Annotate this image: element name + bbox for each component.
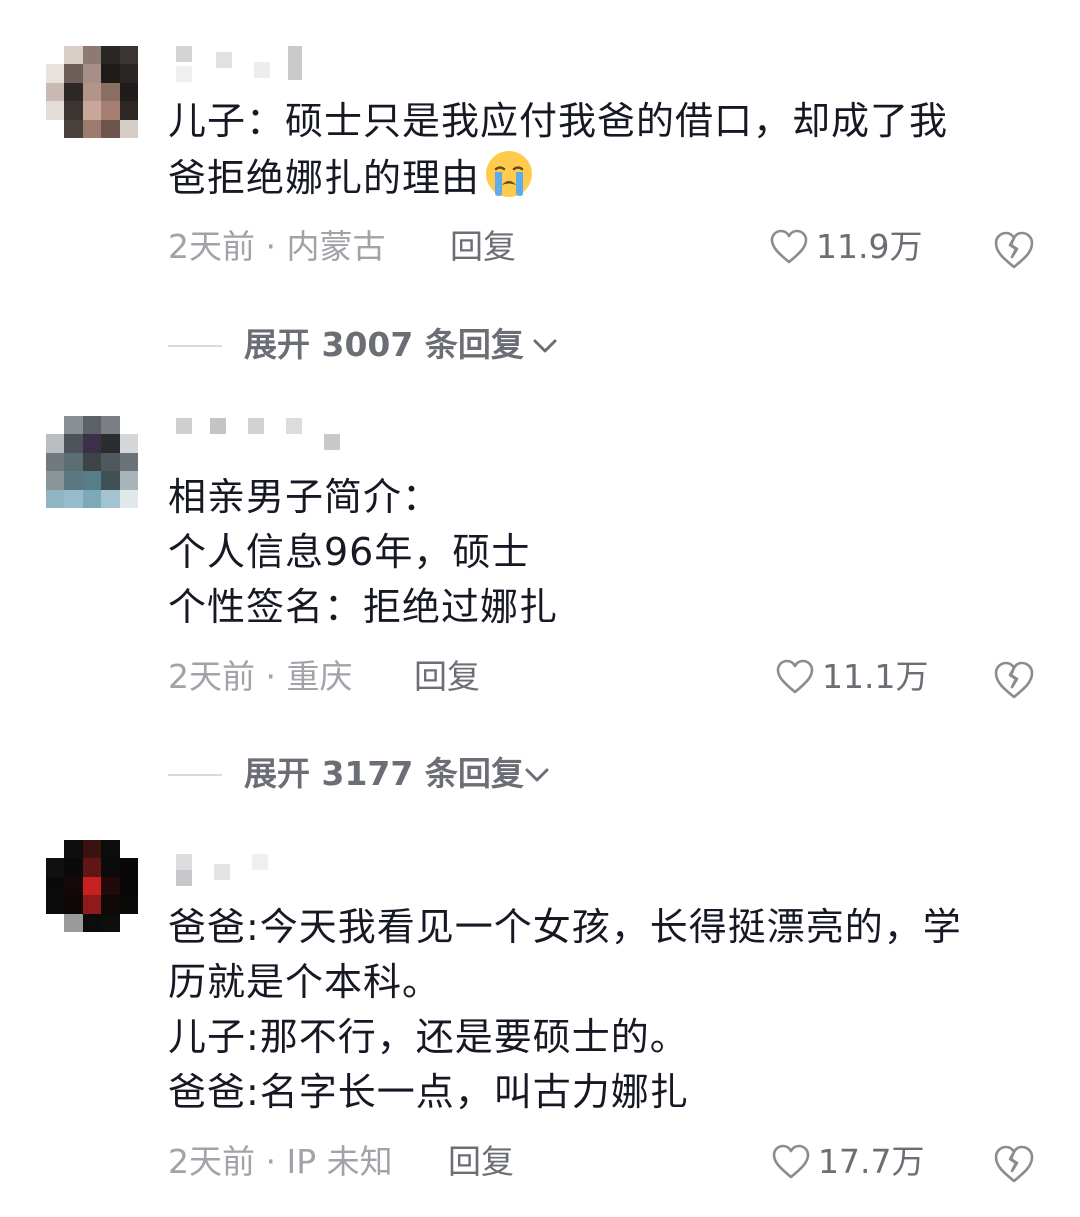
comment-text: 相亲男子简介： 个人信息96年，硕士 个性签名：拒绝过娜扎 [168, 470, 1048, 635]
heart-icon [772, 1144, 810, 1179]
divider-dash [168, 345, 222, 347]
chevron-down-icon [525, 768, 549, 782]
comment-line: 历就是个本科。 [168, 960, 442, 1004]
comment-line: 儿子:那不行，还是要硕士的。 [168, 1015, 689, 1059]
like-count: 17.7万 [818, 1142, 925, 1181]
reply-button[interactable]: 回复 [414, 652, 480, 702]
comment-line: 爸拒绝娜扎的理由 [168, 149, 1048, 206]
broken-heart-icon[interactable] [992, 658, 1036, 702]
avatar[interactable] [46, 416, 138, 508]
divider-dash [168, 774, 222, 776]
comment-line: 个人信息96年，硕士 [168, 530, 531, 574]
expand-replies-button[interactable]: 展开 3007 条回复 [168, 320, 588, 370]
comment-text: 爸爸:今天我看见一个女孩，长得挺漂亮的，学 历就是个本科。 儿子:那不行，还是要… [168, 900, 1048, 1120]
avatar[interactable] [46, 46, 138, 138]
reply-button[interactable]: 回复 [448, 1137, 514, 1187]
expand-replies-label: 展开 3007 条回复 [244, 325, 524, 364]
comment-line: 个性签名：拒绝过娜扎 [168, 585, 559, 629]
broken-heart-icon[interactable] [992, 228, 1036, 272]
heart-icon [776, 659, 814, 694]
time-location: 2天前 · IP 未知 [168, 1142, 393, 1181]
comment-line: 爸爸:今天我看见一个女孩，长得挺漂亮的，学 [168, 905, 962, 949]
time-location: 2天前 · 内蒙古 [168, 227, 386, 266]
chevron-down-icon [533, 339, 557, 353]
avatar[interactable] [46, 840, 138, 932]
expand-replies-label: 展开 3177 条回复 [244, 754, 524, 793]
comment-line: 相亲男子简介： [168, 475, 442, 519]
like-count: 11.1万 [822, 657, 929, 696]
time-location: 2天前 · 重庆 [168, 657, 353, 696]
comment-text: 儿子：硕士只是我应付我爸的借口，却成了我 爸拒绝娜扎的理由 [168, 94, 1048, 206]
comment-line: 儿子：硕士只是我应付我爸的借口，却成了我 [168, 99, 949, 143]
crying-face-icon [486, 151, 533, 197]
heart-icon [770, 229, 808, 264]
broken-heart-icon[interactable] [992, 1142, 1036, 1186]
username[interactable] [168, 44, 368, 84]
username[interactable] [168, 414, 368, 454]
username[interactable] [168, 852, 368, 892]
expand-replies-button[interactable]: 展开 3177 条回复 [168, 749, 588, 799]
reply-button[interactable]: 回复 [450, 222, 516, 272]
comment-line: 爸爸:名字长一点，叫古力娜扎 [168, 1070, 689, 1114]
like-count: 11.9万 [816, 227, 923, 266]
